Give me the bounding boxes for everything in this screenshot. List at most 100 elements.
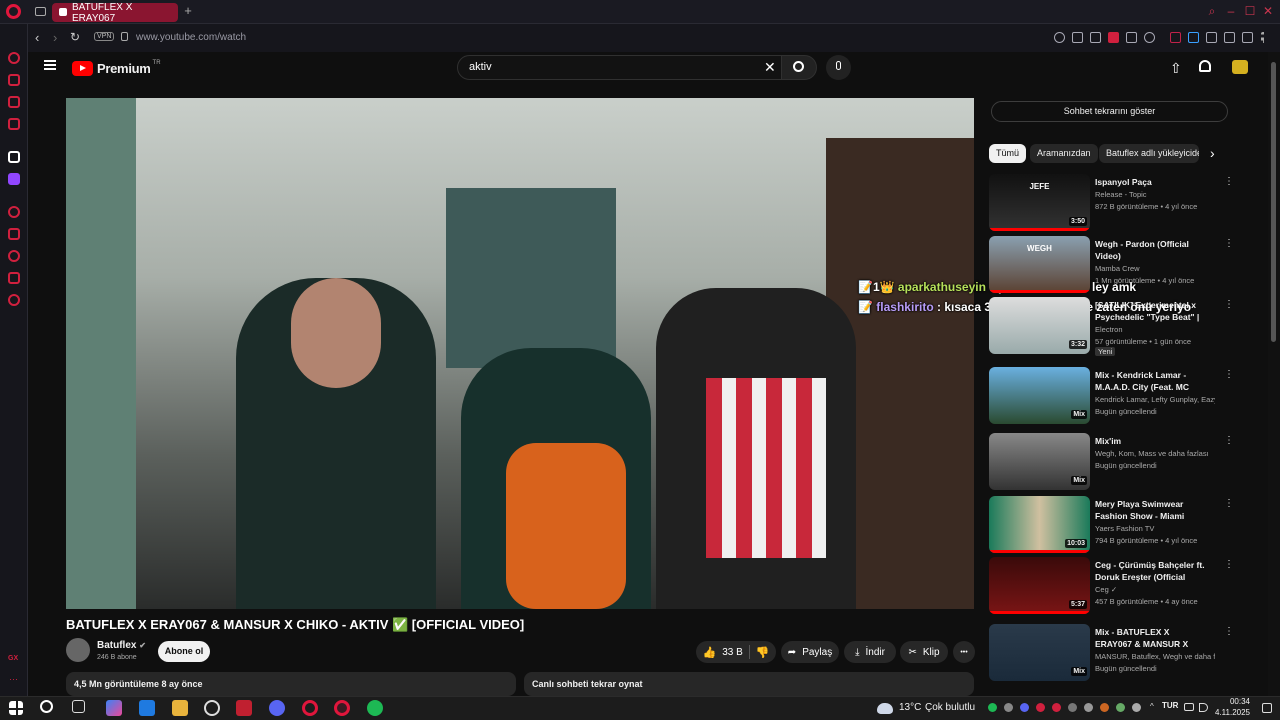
chip-from-uploader[interactable]: Batuflex adlı yükleyiciden xyxy=(1099,144,1199,163)
recommendation-channel[interactable]: Release - Topic xyxy=(1095,190,1215,199)
subscribe-button[interactable]: Abone ol xyxy=(158,641,210,662)
search-icon[interactable] xyxy=(40,700,53,713)
translate-icon[interactable] xyxy=(1188,32,1199,43)
forward-icon[interactable]: › xyxy=(53,30,57,45)
url-text[interactable]: www.youtube.com/watch xyxy=(136,32,246,43)
video-thumbnail[interactable]: JEFE 3:50 xyxy=(989,174,1090,231)
clip-button[interactable]: ✂ Klip xyxy=(900,641,948,663)
recommendation-item[interactable]: Mix Mix'im Wegh, Kom, Mass ve daha fazla… xyxy=(989,433,1234,491)
recommendation-item[interactable]: Mix Mix - BATUFLEX X ERAY067 & MANSUR X … xyxy=(989,624,1234,682)
recommendation-item[interactable]: JEFE 3:50 Ispanyol Paça Release - Topic … xyxy=(989,174,1234,232)
recommendation-channel[interactable]: Yaers Fashion TV xyxy=(1095,524,1215,533)
chip-all[interactable]: Tümü xyxy=(989,144,1027,163)
more-options-icon[interactable]: ⋮ xyxy=(1224,176,1234,187)
back-icon[interactable]: ‹ xyxy=(35,30,39,45)
more-options-icon[interactable]: ⋮ xyxy=(1224,238,1234,249)
chip-from-search[interactable]: Aramanızdan xyxy=(1030,144,1098,163)
video-thumbnail[interactable]: Mix xyxy=(989,433,1090,490)
more-options-icon[interactable]: ⋮ xyxy=(1224,498,1234,509)
discord-tray-icon[interactable] xyxy=(1020,703,1029,712)
recommendation-title[interactable]: Wegh - Pardon (Official Video) xyxy=(1095,238,1205,262)
zoom-icon[interactable] xyxy=(1054,32,1065,43)
search-input[interactable]: aktiv xyxy=(457,55,782,80)
avatar[interactable] xyxy=(1232,60,1248,74)
tab-islands-icon[interactable] xyxy=(35,7,46,16)
live-chat-replay-header[interactable]: Canlı sohbeti tekrar oynat xyxy=(524,672,974,696)
recommendation-item[interactable]: Mix Mix - Kendrick Lamar - M.A.A.D. City… xyxy=(989,367,1234,425)
speaker-icon[interactable] xyxy=(59,8,67,16)
recommendation-title[interactable]: [SATILIK] Experimental x Psychedelic "Ty… xyxy=(1095,299,1205,323)
twitch-icon[interactable] xyxy=(8,173,20,185)
video-thumbnail[interactable]: 3:32 xyxy=(989,297,1090,354)
opera-tray-icon[interactable] xyxy=(1036,703,1045,712)
notifications-icon[interactable] xyxy=(1262,703,1272,713)
video-thumbnail[interactable]: Mix xyxy=(989,624,1090,681)
channel-name[interactable]: Batuflex ✔ xyxy=(97,640,146,651)
more-actions-button[interactable]: ••• xyxy=(953,641,975,663)
lock-icon[interactable] xyxy=(121,32,128,41)
more-options-icon[interactable]: ⋮ xyxy=(1224,369,1234,380)
network-icon[interactable] xyxy=(1184,703,1194,711)
like-count[interactable]: 33 B xyxy=(722,647,743,658)
heart-icon[interactable] xyxy=(1144,32,1155,43)
app-tray-icon[interactable] xyxy=(1084,703,1093,712)
history-icon[interactable] xyxy=(8,250,20,262)
new-tab-button[interactable]: + xyxy=(181,4,195,18)
clear-search-icon[interactable]: ✕ xyxy=(764,59,776,76)
instagram-icon[interactable] xyxy=(8,118,20,130)
copilot-icon[interactable] xyxy=(106,700,122,716)
hamburger-menu-icon[interactable] xyxy=(44,60,56,70)
show-chat-replay-button[interactable]: Sohbet tekrarını göster xyxy=(991,101,1228,122)
recommendation-channel[interactable]: Mamba Crew xyxy=(1095,264,1215,273)
video-thumbnail[interactable]: WEGH xyxy=(989,236,1090,293)
pocket-icon[interactable] xyxy=(1108,32,1119,43)
weather-temp[interactable]: 13°C xyxy=(899,702,921,713)
dislike-icon[interactable]: 👎 xyxy=(756,646,770,659)
upload-icon[interactable]: ⇧ xyxy=(1170,60,1182,77)
clock-time[interactable]: 00:34 xyxy=(1210,697,1250,706)
recommendation-channel[interactable]: Kendrick Lamar, Lefty Gunplay, Eazy-E ve… xyxy=(1095,395,1215,404)
more-options-icon[interactable]: ⋮ xyxy=(1224,299,1234,310)
vpn-badge[interactable]: VPN xyxy=(94,32,115,41)
start-icon[interactable] xyxy=(9,701,23,715)
flow-icon[interactable] xyxy=(8,206,20,218)
app-tray-icon[interactable] xyxy=(1068,703,1077,712)
gx-icon[interactable]: GX xyxy=(8,655,18,662)
more-options-icon[interactable]: ⋮ xyxy=(1224,626,1234,637)
maximize-button[interactable]: ☐ xyxy=(1243,4,1257,18)
recommendation-channel[interactable]: MANSUR, Batuflex, Wegh ve daha fazlası xyxy=(1095,652,1215,661)
app-tray-icon[interactable] xyxy=(1132,703,1141,712)
extensions-icon[interactable] xyxy=(1206,32,1217,43)
recommendation-channel[interactable]: Ceg ✓ xyxy=(1095,585,1215,594)
opera-taskbar-icon[interactable] xyxy=(302,700,318,716)
scrollbar-thumb[interactable] xyxy=(1271,62,1276,342)
recommendation-title[interactable]: Ceg - Çürümüş Bahçeler ft. Doruk Ereşter… xyxy=(1095,559,1205,583)
reload-icon[interactable]: ↻ xyxy=(70,30,80,44)
description-box[interactable]: 4,5 Mn görüntüleme 8 ay önce xyxy=(66,672,516,696)
close-window-button[interactable]: ✕ xyxy=(1261,4,1275,18)
recommendation-item[interactable]: 5:37 Ceg - Çürümüş Bahçeler ft. Doruk Er… xyxy=(989,557,1234,615)
chevron-up-icon[interactable]: ^ xyxy=(1150,702,1154,711)
app-tray-icon[interactable] xyxy=(1100,703,1109,712)
messenger-icon[interactable] xyxy=(8,96,20,108)
clock-date[interactable]: 4.11.2025 xyxy=(1200,708,1250,717)
voice-search-button[interactable] xyxy=(826,55,851,80)
settings-icon[interactable] xyxy=(8,294,20,306)
snapshot-icon[interactable] xyxy=(1090,32,1101,43)
youtube-logo[interactable]: Premium TR xyxy=(72,60,161,76)
spotify-icon[interactable] xyxy=(367,700,383,716)
discord-icon[interactable] xyxy=(269,700,285,716)
share-button[interactable]: ➦ Paylaş xyxy=(781,641,839,663)
search-button[interactable] xyxy=(781,55,817,80)
edge-icon[interactable] xyxy=(139,700,155,716)
player-icon[interactable] xyxy=(8,151,20,163)
video-thumbnail[interactable]: 10:03 xyxy=(989,496,1090,553)
more-options-icon[interactable]: ⋮ xyxy=(1224,435,1234,446)
recommendation-channel[interactable]: Wegh, Kom, Mass ve daha fazlası xyxy=(1095,449,1215,458)
recommendation-item[interactable]: 3:32 [SATILIK] Experimental x Psychedeli… xyxy=(989,297,1234,356)
nvidia-tray-icon[interactable] xyxy=(1116,703,1125,712)
recommendation-title[interactable]: Mix - BATUFLEX X ERAY067 & MANSUR X CHIK… xyxy=(1095,626,1205,650)
video-player[interactable] xyxy=(66,98,974,609)
recommendation-title[interactable]: Mix'im xyxy=(1095,435,1205,447)
download-button[interactable]: ⤓ İndir xyxy=(844,641,896,663)
